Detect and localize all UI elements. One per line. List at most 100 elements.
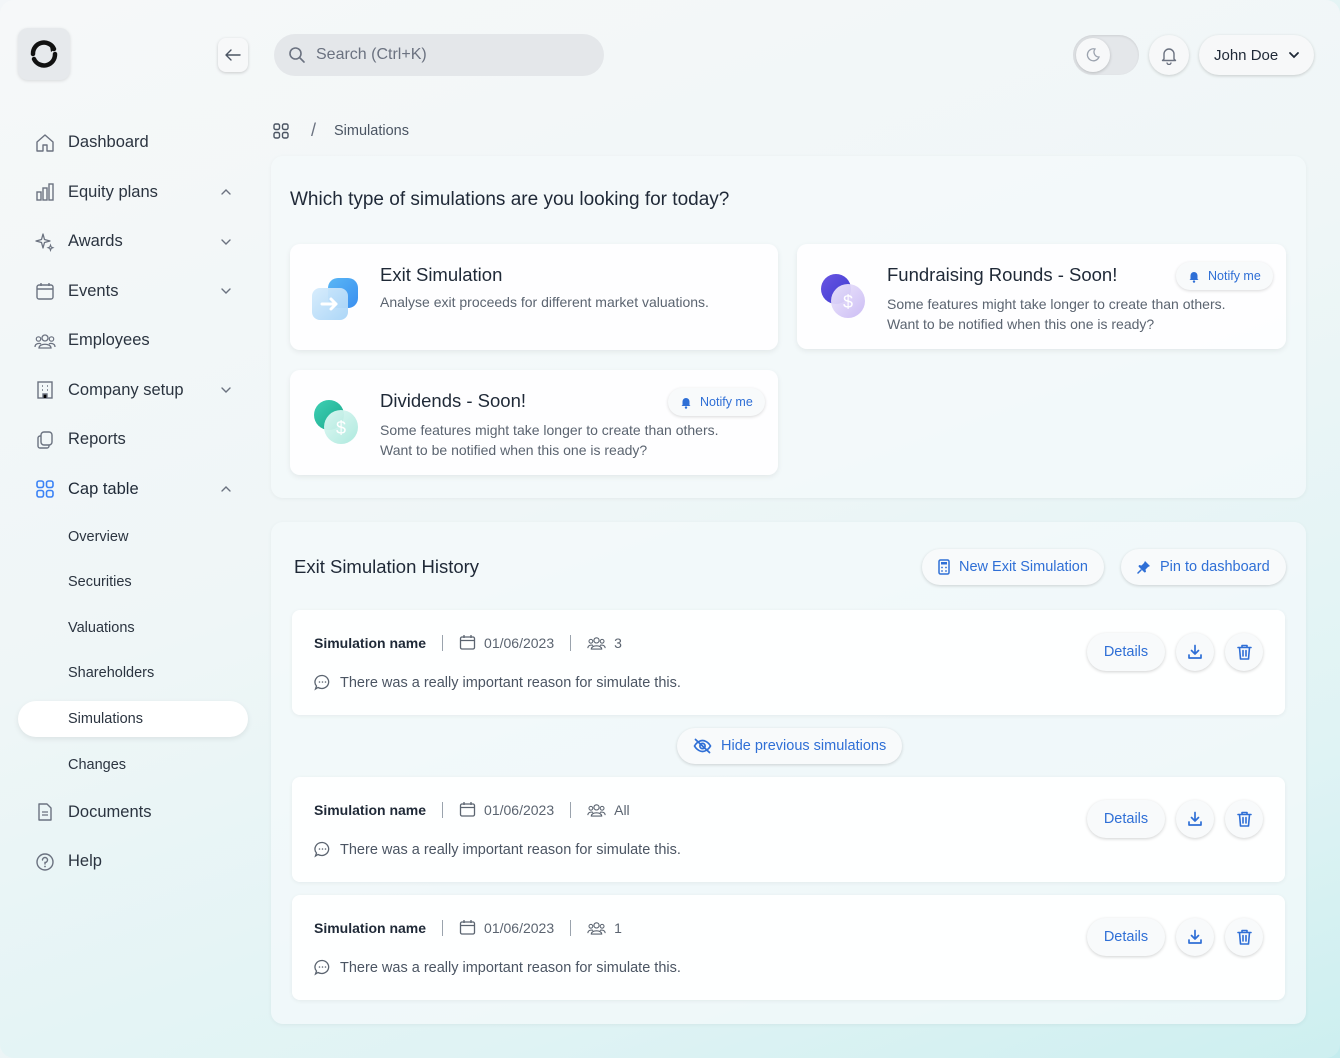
- comment-icon: [314, 674, 330, 691]
- sidebar-item-label: Events: [68, 281, 119, 300]
- history-title: Exit Simulation History: [294, 556, 480, 577]
- notify-me-label: Notify me: [1208, 269, 1261, 283]
- building-icon: [37, 381, 53, 399]
- card-title: Exit Simulation: [380, 264, 503, 285]
- simulation-meta: Simulation name 01/06/2023 3: [314, 634, 622, 651]
- sidebar-subitem-valuations[interactable]: Valuations: [18, 605, 250, 651]
- simulation-participants: 3: [614, 634, 622, 651]
- pin-to-dashboard-label: Pin to dashboard: [1160, 559, 1270, 575]
- bar-chart-icon: [36, 183, 54, 201]
- calculator-icon: [938, 559, 950, 575]
- trash-icon: [1236, 929, 1252, 945]
- download-button[interactable]: [1176, 800, 1214, 838]
- sidebar-item-label: Awards: [68, 232, 123, 251]
- calendar-icon: [459, 920, 476, 935]
- sidebar-item-label: Employees: [68, 331, 150, 350]
- notifications-button[interactable]: [1149, 35, 1189, 75]
- details-button[interactable]: Details: [1087, 918, 1165, 956]
- chevron-up-icon: [221, 189, 231, 195]
- delete-button[interactable]: [1225, 800, 1263, 838]
- sparkle-icon: [35, 233, 55, 252]
- sidebar-item-reports[interactable]: Reports: [18, 415, 250, 465]
- sidebar-subitem-overview[interactable]: Overview: [18, 514, 250, 560]
- pin-to-dashboard-button[interactable]: Pin to dashboard: [1121, 549, 1286, 585]
- fundraising-rounds-card[interactable]: $ Fundraising Rounds - Soon! Some featur…: [797, 244, 1286, 349]
- sidebar-subitem-shareholders[interactable]: Shareholders: [18, 651, 250, 697]
- sidebar-subitem-changes[interactable]: Changes: [18, 742, 250, 788]
- sidebar-item-dashboard[interactable]: Dashboard: [18, 118, 250, 168]
- hide-previous-simulations-button[interactable]: Hide previous simulations: [677, 728, 903, 764]
- delete-button[interactable]: [1225, 918, 1263, 956]
- search-bar[interactable]: [274, 34, 604, 76]
- coin-purple-icon: $: [821, 274, 865, 318]
- sidebar-item-awards[interactable]: Awards: [18, 217, 250, 267]
- pin-icon: [1137, 561, 1150, 574]
- help-icon: [36, 853, 54, 871]
- simulation-name: Simulation name: [314, 634, 427, 651]
- delete-button[interactable]: [1225, 633, 1263, 671]
- download-button[interactable]: [1176, 633, 1214, 671]
- sidebar-item-events[interactable]: Events: [18, 267, 250, 317]
- details-button[interactable]: Details: [1087, 633, 1165, 671]
- sidebar-item-label: Equity plans: [68, 182, 158, 201]
- users-icon: [34, 334, 56, 349]
- sidebar-item-cap-table[interactable]: Cap table: [18, 465, 250, 515]
- grid-icon: [36, 480, 54, 499]
- simulation-name: Simulation name: [314, 801, 427, 818]
- simulation-participants: 1: [614, 919, 622, 936]
- exit-simulation-card[interactable]: Exit Simulation Analyse exit proceeds fo…: [290, 244, 778, 350]
- user-menu-button[interactable]: John Doe: [1199, 35, 1314, 75]
- bell-icon: [681, 397, 691, 409]
- sidebar-item-company-setup[interactable]: Company setup: [18, 366, 250, 416]
- app-window: Dashboard Equity plans Awards Events Emp…: [0, 0, 1340, 1058]
- sidebar-item-employees[interactable]: Employees: [18, 316, 250, 366]
- arrow-left-icon: [225, 49, 241, 61]
- users-icon: [587, 636, 606, 650]
- notify-me-button[interactable]: Notify me: [1176, 262, 1273, 290]
- svg-text:$: $: [336, 418, 346, 438]
- download-icon: [1188, 644, 1202, 659]
- new-exit-simulation-button[interactable]: New Exit Simulation: [922, 549, 1104, 585]
- user-name: John Doe: [1214, 46, 1279, 64]
- eye-off-icon: [693, 738, 712, 754]
- bell-icon: [1189, 271, 1199, 283]
- sidebar-item-label: Documents: [68, 802, 152, 821]
- app-logo[interactable]: [18, 28, 70, 80]
- notify-me-label: Notify me: [700, 395, 753, 409]
- card-title: Dividends - Soon!: [380, 390, 527, 411]
- search-icon: [289, 47, 305, 63]
- coin-teal-icon: $: [314, 400, 358, 444]
- simulation-date: 01/06/2023: [484, 801, 555, 818]
- logo-icon: [30, 40, 58, 68]
- simulation-row: Simulation name 01/06/2023 3 There was a…: [292, 610, 1285, 715]
- notify-me-button[interactable]: Notify me: [668, 388, 765, 416]
- chevron-down-icon: [221, 239, 231, 245]
- theme-toggle[interactable]: [1073, 35, 1139, 75]
- bell-icon: [1161, 48, 1177, 65]
- simulation-types-panel: Which type of simulations are you lookin…: [271, 156, 1306, 498]
- users-icon: [587, 921, 606, 935]
- home-icon: [36, 134, 54, 152]
- sidebar-subitem-securities[interactable]: Securities: [18, 560, 250, 606]
- grid-home-icon[interactable]: [273, 122, 289, 139]
- download-button[interactable]: [1176, 918, 1214, 956]
- exit-arrow-icon: [312, 278, 358, 320]
- simulation-row: Simulation name 01/06/2023 1 There was a…: [292, 895, 1285, 1000]
- collapse-sidebar-button[interactable]: [218, 38, 248, 72]
- simulation-reason-text: There was a really important reason for …: [340, 959, 681, 976]
- details-button[interactable]: Details: [1087, 800, 1165, 838]
- moon-icon: [1086, 48, 1100, 62]
- simulation-reason: There was a really important reason for …: [314, 959, 681, 976]
- sidebar-subitem-simulations[interactable]: Simulations: [18, 701, 248, 737]
- document-icon: [38, 803, 52, 821]
- card-description: Some features might take longer to creat…: [380, 422, 719, 458]
- simulation-reason-text: There was a really important reason for …: [340, 674, 681, 691]
- dividends-card[interactable]: $ Dividends - Soon! Some features might …: [290, 370, 778, 475]
- sidebar-item-equity-plans[interactable]: Equity plans: [18, 168, 250, 218]
- chevron-up-icon: [221, 486, 231, 492]
- sidebar-item-label: Cap table: [68, 479, 139, 498]
- sidebar-item-documents[interactable]: Documents: [18, 788, 250, 838]
- sidebar-item-help[interactable]: Help: [18, 837, 250, 887]
- simulation-participants: All: [614, 801, 630, 818]
- search-input[interactable]: [316, 46, 576, 64]
